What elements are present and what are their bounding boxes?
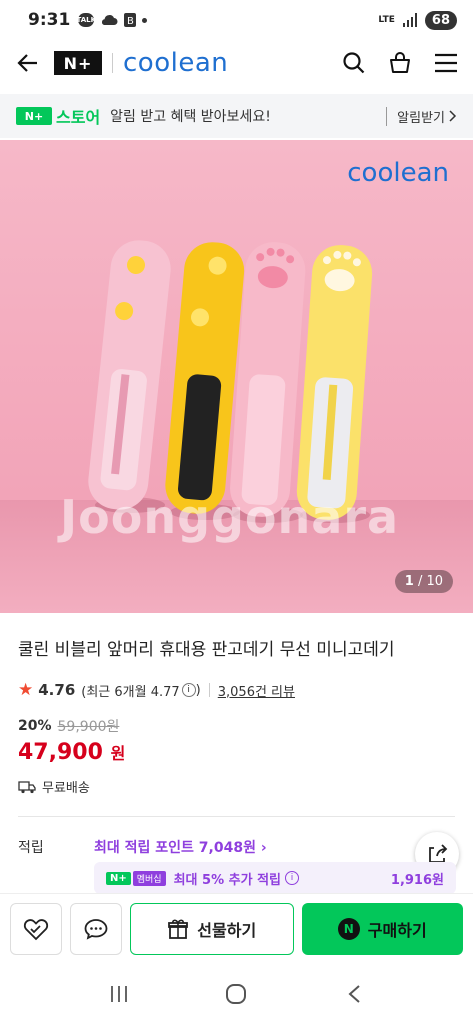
image-counter: 1 / 10 bbox=[394, 570, 453, 593]
store-alarm-banner[interactable]: N+ 스토어 알림 받고 혜택 받아보세요! 알림받기 bbox=[0, 94, 473, 138]
cart-button[interactable] bbox=[387, 50, 413, 76]
review-count-link[interactable]: 3,056건 리뷰 bbox=[218, 681, 295, 700]
gift-label: 선물하기 bbox=[197, 920, 257, 940]
membership-text: 최대 5% 추가 적립 bbox=[173, 872, 282, 888]
battery-indicator: 68 bbox=[424, 10, 457, 30]
system-back-button[interactable] bbox=[339, 979, 369, 1009]
alarm-subscribe-button[interactable]: 알림받기 bbox=[386, 106, 457, 126]
home-icon bbox=[226, 983, 247, 1004]
chevron-left-icon bbox=[348, 984, 360, 1003]
notification-dot-icon bbox=[142, 17, 148, 23]
original-price: 59,900원 bbox=[57, 719, 120, 735]
kakaotalk-icon: TALK bbox=[77, 13, 96, 27]
points-row: 적립 최대 적립 포인트 7,048원 › bbox=[18, 837, 455, 857]
product-image-carousel[interactable]: coolean Joonggonara 1 / 10 bbox=[0, 140, 473, 613]
discount-row: 20% 59,900원 bbox=[18, 716, 455, 736]
purchase-bar: 선물하기 N 구매하기 bbox=[0, 893, 473, 963]
cloud-icon bbox=[102, 15, 118, 25]
info-icon[interactable]: i bbox=[181, 683, 196, 697]
recent-apps-button[interactable] bbox=[104, 979, 134, 1009]
info-icon[interactable]: i bbox=[285, 871, 300, 885]
search-icon bbox=[343, 52, 365, 74]
star-icon: ★ bbox=[18, 680, 34, 700]
lte-indicator: LTE bbox=[378, 14, 395, 25]
search-button[interactable] bbox=[341, 50, 367, 76]
membership-bonus-row[interactable]: N+ 멤버십 최대 5% 추가 적립 i 1,916원 bbox=[94, 862, 456, 894]
recent-apps-icon bbox=[110, 985, 127, 1002]
app-b-icon: B bbox=[124, 13, 137, 27]
signal-icon bbox=[402, 13, 417, 27]
home-button[interactable] bbox=[221, 979, 251, 1009]
chevron-right-icon bbox=[449, 110, 457, 122]
gift-button[interactable]: 선물하기 bbox=[130, 902, 294, 955]
truck-icon bbox=[18, 780, 36, 793]
product-rating[interactable]: ★ 4.76 (최근 6개월 4.77 i ) 3,056건 리뷰 bbox=[18, 680, 455, 700]
watermark: Joonggonara bbox=[60, 490, 400, 544]
status-time: 9:31 bbox=[28, 10, 71, 30]
back-button[interactable] bbox=[14, 49, 42, 77]
buy-label: 구매하기 bbox=[367, 920, 427, 940]
header-divider bbox=[112, 53, 113, 73]
nplus-logo[interactable]: N+ bbox=[54, 51, 102, 75]
system-navigation-bar bbox=[0, 963, 473, 1024]
alarm-subscribe-label: 알림받기 bbox=[397, 110, 445, 126]
product-info: 쿨린 비블리 앞머리 휴대용 판고데기 무선 미니고데기 ★ 4.76 (최근 … bbox=[0, 613, 473, 857]
talk-button[interactable] bbox=[70, 902, 122, 955]
naver-pay-icon: N bbox=[337, 917, 360, 940]
recent-rating: (최근 6개월 4.77 bbox=[81, 684, 180, 700]
gift-icon bbox=[168, 919, 189, 939]
heart-check-icon bbox=[23, 918, 49, 940]
discount-percent: 20% bbox=[18, 718, 52, 734]
naver-plus-store-logo: N+ bbox=[16, 107, 52, 125]
menu-button[interactable] bbox=[433, 50, 459, 76]
chat-bubble-icon bbox=[84, 918, 108, 940]
membership-amount: 1,916원 bbox=[390, 872, 444, 888]
wishlist-button[interactable] bbox=[10, 902, 62, 955]
back-arrow-icon bbox=[17, 54, 37, 72]
product-title: 쿨린 비블리 앞머리 휴대용 판고데기 무선 미니고데기 bbox=[18, 640, 395, 660]
sale-price: 47,900 원 bbox=[18, 740, 126, 765]
shipping-text: 무료배송 bbox=[42, 781, 90, 796]
points-label: 적립 bbox=[18, 840, 44, 856]
alarm-message: 알림 받고 혜택 받아보세요! bbox=[110, 109, 271, 125]
hamburger-menu-icon bbox=[435, 53, 457, 73]
membership-tag: 멤버십 bbox=[132, 870, 166, 886]
section-divider bbox=[18, 816, 455, 817]
buy-button[interactable]: N 구매하기 bbox=[301, 902, 463, 955]
rating-score: 4.76 bbox=[38, 681, 76, 699]
shipping-info: 무료배송 bbox=[18, 777, 455, 796]
store-logo-text: 스토어 bbox=[56, 108, 101, 127]
basket-icon bbox=[390, 52, 410, 73]
membership-logo: N+ bbox=[106, 871, 131, 885]
max-points-link[interactable]: 최대 적립 포인트 7,048원 › bbox=[94, 837, 267, 857]
store-brand-logo[interactable]: coolean bbox=[123, 48, 228, 78]
rating-divider bbox=[208, 683, 210, 697]
svg-text:B: B bbox=[127, 16, 134, 27]
app-header: N+ coolean bbox=[0, 40, 473, 86]
status-bar: 9:31 TALK B LTE 68 bbox=[0, 0, 473, 40]
